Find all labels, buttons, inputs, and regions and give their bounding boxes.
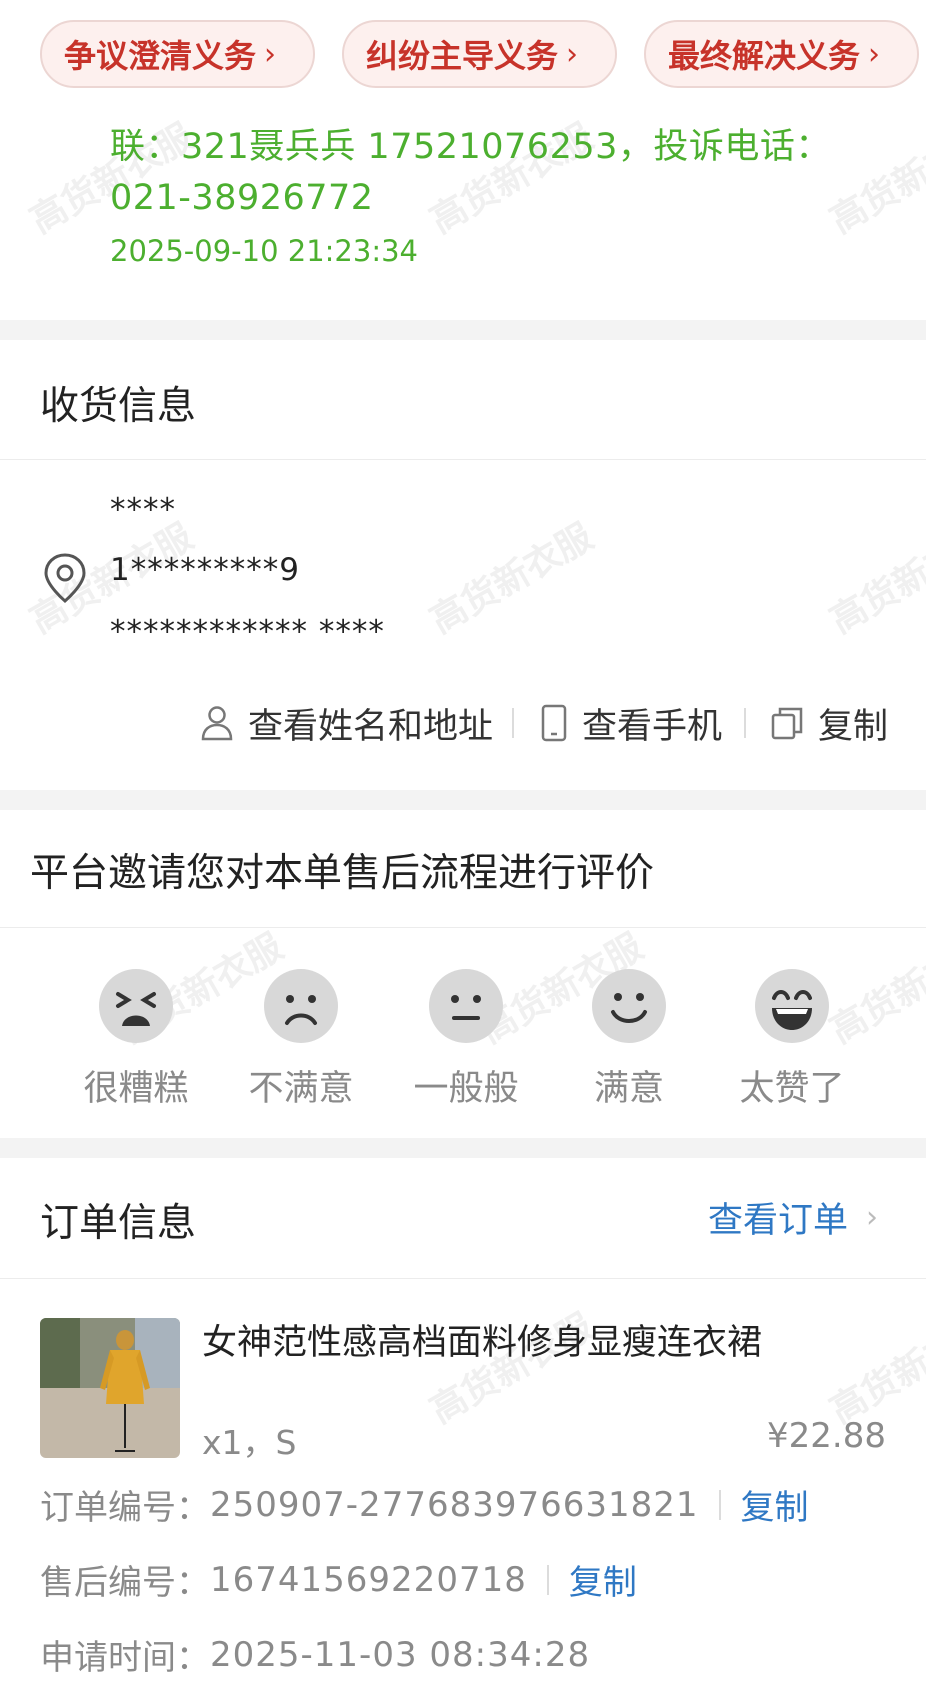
apply-time-label: 申请时间： — [40, 1638, 210, 1678]
view-phone-button[interactable]: 查看手机 — [540, 698, 722, 748]
rating-label: 不满意 — [248, 1069, 354, 1109]
view-order-link[interactable]: 查看订单 › — [708, 1192, 878, 1243]
aftersale-number-row: 售后编号： 16741569220718 复制 — [40, 1555, 637, 1604]
separator — [512, 708, 514, 738]
product-name[interactable]: 女神范性感高档面料修身显瘦连衣裙 — [202, 1314, 762, 1365]
chevron-right-icon: › — [868, 36, 881, 72]
section-divider — [0, 790, 926, 810]
copy-icon — [771, 707, 803, 740]
watermark: 高货新衣服 — [823, 516, 926, 642]
copy-order-number-button[interactable]: 复制 — [741, 1480, 809, 1529]
shipping-info-title: 收货信息 — [40, 384, 197, 429]
laugh-face-icon — [755, 969, 829, 1043]
location-pin-icon — [42, 552, 88, 608]
product-quantity-size: x1，S — [202, 1423, 297, 1462]
log-text-line: 021-38926772 — [110, 178, 374, 218]
recipient-phone: 1*********9 — [110, 552, 300, 588]
order-number-value: 250907-277683976631821 — [210, 1484, 699, 1525]
pill-label: 争议澄清义务 — [64, 37, 257, 75]
rating-label: 太赞了 — [739, 1069, 845, 1109]
divider-line — [0, 459, 926, 460]
chevron-right-icon: › — [264, 36, 277, 72]
log-timestamp: 2025-09-10 21:23:34 — [110, 234, 418, 268]
apply-time-row: 申请时间： 2025-11-03 08:34:28 — [40, 1630, 590, 1679]
negotiation-log-entry: 联：321聂兵兵 17521076253，投诉电话： 021-38926772 … — [110, 122, 890, 268]
rating-option-excellent[interactable]: 太赞了 — [722, 968, 862, 1111]
person-icon — [201, 706, 233, 741]
watermark: 高货新衣服 — [823, 1306, 926, 1432]
order-number-row: 订单编号： 250907-277683976631821 复制 — [40, 1480, 809, 1529]
very-bad-face-icon — [99, 969, 173, 1043]
log-text-line: 联：321聂兵兵 17521076253，投诉电话： — [110, 127, 831, 167]
product-price: ¥22.88 — [767, 1416, 886, 1456]
watermark: 高货新衣服 — [423, 516, 600, 642]
rating-invite-title: 平台邀请您对本单售后流程进行评价 — [30, 851, 655, 896]
rating-option-very-bad[interactable]: 很糟糕 — [66, 968, 206, 1111]
chevron-right-icon: › — [866, 1200, 878, 1235]
separator — [744, 708, 746, 738]
rating-label: 很糟糕 — [83, 1069, 189, 1109]
pill-label: 纠纷主导义务 — [366, 37, 559, 75]
dispute-lead-obligation-button[interactable]: 纠纷主导义务 › — [342, 20, 617, 88]
action-label: 查看手机 — [582, 706, 723, 747]
action-label: 查看姓名和地址 — [248, 706, 494, 747]
copy-address-button[interactable]: 复制 — [770, 698, 888, 748]
neutral-face-icon — [429, 969, 503, 1043]
divider-line — [0, 927, 926, 928]
aftersale-number-value: 16741569220718 — [210, 1559, 527, 1600]
separator — [546, 1564, 549, 1595]
final-resolution-obligation-button[interactable]: 最终解决义务 › — [644, 20, 919, 88]
rating-label: 一般般 — [413, 1069, 519, 1109]
action-label: 复制 — [818, 706, 889, 747]
recipient-name: **** — [110, 492, 176, 528]
phone-icon — [541, 704, 567, 742]
separator — [718, 1489, 721, 1520]
obligation-tabs: 争议澄清义务 › 纠纷主导义务 › 最终解决义务 › — [0, 0, 926, 110]
pill-label: 最终解决义务 — [668, 37, 861, 75]
dispute-clarify-obligation-button[interactable]: 争议澄清义务 › — [40, 20, 315, 88]
aftersale-number-label: 售后编号： — [40, 1563, 210, 1603]
rating-option-neutral[interactable]: 一般般 — [396, 968, 536, 1111]
chevron-right-icon: › — [566, 36, 579, 72]
sad-face-icon — [264, 969, 338, 1043]
section-divider — [0, 1138, 926, 1158]
order-info-title: 订单信息 — [40, 1201, 197, 1246]
apply-time-value: 2025-11-03 08:34:28 — [210, 1634, 591, 1675]
view-name-address-button[interactable]: 查看姓名和地址 — [200, 698, 493, 748]
recipient-address: ************ **** — [110, 614, 385, 650]
rating-option-unsatisfied[interactable]: 不满意 — [231, 968, 371, 1111]
view-order-label: 查看订单 — [707, 1201, 848, 1241]
rating-option-satisfied[interactable]: 满意 — [559, 968, 699, 1111]
product-thumbnail[interactable] — [40, 1318, 180, 1458]
copy-aftersale-number-button[interactable]: 复制 — [569, 1555, 637, 1604]
rating-label: 满意 — [593, 1069, 664, 1109]
order-number-label: 订单编号： — [40, 1488, 210, 1528]
smile-face-icon — [592, 969, 666, 1043]
divider-line — [0, 1278, 926, 1279]
section-divider — [0, 320, 926, 340]
